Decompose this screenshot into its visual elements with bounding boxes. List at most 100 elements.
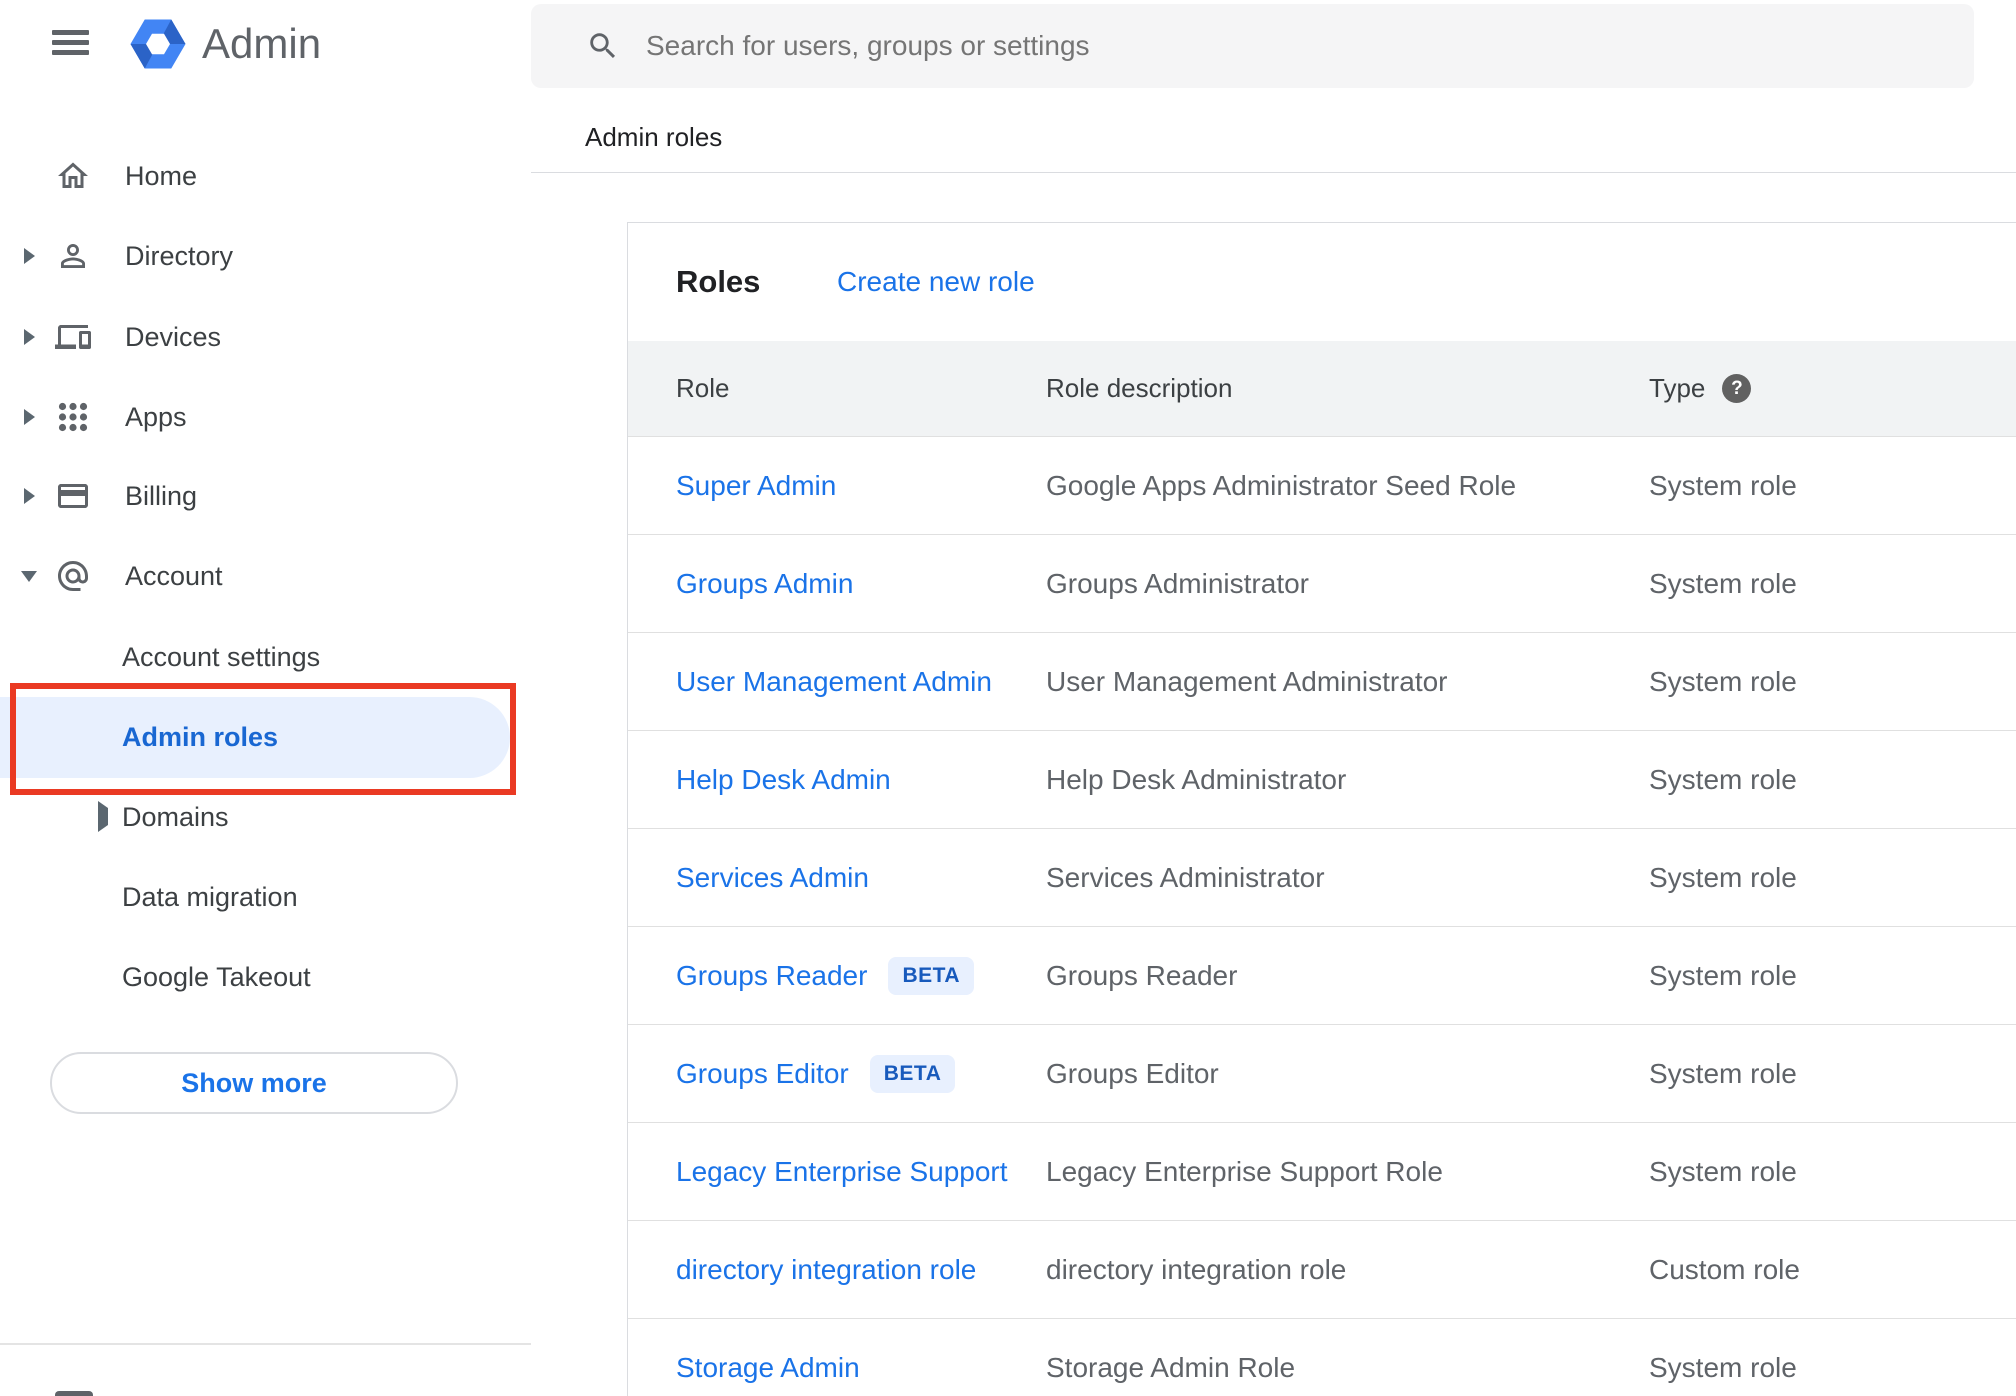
page-title: Roles [676, 264, 761, 299]
role-link[interactable]: Groups Editor [676, 1058, 849, 1090]
role-type: System role [1649, 665, 1797, 697]
sidebar-item-directory[interactable]: Directory [0, 216, 531, 296]
apps-grid-icon [53, 399, 93, 435]
role-link[interactable]: directory integration role [676, 1254, 976, 1286]
role-link[interactable]: Groups Admin [676, 568, 853, 600]
role-type: System role [1649, 1351, 1797, 1383]
role-type: System role [1649, 567, 1797, 599]
roles-card: Roles Create new role Role Role descript… [627, 222, 2016, 1396]
role-cell: Super Admin [676, 437, 836, 534]
beta-badge: BETA [888, 956, 975, 995]
role-link[interactable]: Help Desk Admin [676, 764, 891, 796]
sidebar-item-account[interactable]: Account [0, 536, 531, 616]
collapse-arrow-icon[interactable] [18, 570, 40, 582]
role-type: System role [1649, 763, 1797, 795]
sidebar: Admin Home Directory Devices Apps Billin… [0, 0, 531, 1396]
sidebar-bottom-divider [0, 1343, 531, 1345]
table-body: Super Admin Google Apps Administrator Se… [628, 437, 2016, 1396]
sidebar-item-account-settings[interactable]: Account settings [0, 617, 531, 697]
sidebar-item-label: Admin roles [122, 722, 279, 752]
sidebar-header: Admin [0, 0, 531, 90]
sidebar-item-devices[interactable]: Devices [0, 297, 531, 377]
role-cell: User Management Admin [676, 633, 992, 730]
role-type: System role [1649, 861, 1797, 893]
role-cell: Help Desk Admin [676, 731, 891, 828]
expand-arrow-icon[interactable] [98, 801, 108, 832]
role-cell: directory integration role [676, 1221, 976, 1318]
table-row: Groups Editor BETA Groups Editor System … [628, 1025, 2016, 1123]
beta-badge: BETA [869, 1054, 956, 1093]
expand-arrow-icon[interactable] [18, 329, 40, 345]
product-name: Admin [202, 20, 322, 67]
table-row: directory integration role directory int… [628, 1221, 2016, 1319]
role-type: System role [1649, 1057, 1797, 1089]
role-link[interactable]: Groups Reader [676, 960, 867, 992]
table-row: Groups Admin Groups Administrator System… [628, 535, 2016, 633]
show-more-button[interactable]: Show more [50, 1052, 458, 1114]
create-new-role-link[interactable]: Create new role [837, 266, 1035, 298]
role-description: Google Apps Administrator Seed Role [1046, 469, 1517, 501]
roles-card-header: Roles Create new role [628, 223, 2016, 341]
table-row: User Management Admin User Management Ad… [628, 633, 2016, 731]
role-description: Help Desk Administrator [1046, 763, 1347, 795]
table-row: Groups Reader BETA Groups Reader System … [628, 927, 2016, 1025]
at-sign-icon [53, 558, 93, 594]
search-bar[interactable] [531, 4, 1974, 88]
role-link[interactable]: Services Admin [676, 862, 869, 894]
sidebar-item-apps[interactable]: Apps [0, 377, 531, 457]
sidebar-item-label: Google Takeout [122, 961, 311, 992]
column-header-role: Role [676, 373, 730, 403]
role-description: Legacy Enterprise Support Role [1046, 1155, 1443, 1187]
role-description: Storage Admin Role [1046, 1351, 1296, 1383]
expand-arrow-icon[interactable] [18, 409, 40, 425]
google-admin-console: Admin Home Directory Devices Apps Billin… [0, 0, 2016, 1396]
column-header-description: Role description [1046, 373, 1233, 403]
help-icon[interactable]: ? [1722, 374, 1752, 403]
table-row: Storage Admin Storage Admin Role System … [628, 1319, 2016, 1396]
sidebar-item-billing[interactable]: Billing [0, 456, 531, 536]
role-cell: Groups Editor BETA [676, 1025, 956, 1122]
role-description: Groups Editor [1046, 1057, 1219, 1089]
role-link[interactable]: Legacy Enterprise Support [676, 1156, 1008, 1188]
expand-arrow-icon[interactable] [18, 248, 40, 264]
home-icon [53, 158, 93, 194]
role-link[interactable]: Storage Admin [676, 1352, 860, 1384]
column-header-type: Type ? [1649, 341, 1752, 436]
sidebar-item-label: Domains [122, 801, 229, 832]
sidebar-item-admin-roles[interactable]: Admin roles [0, 697, 531, 778]
table-row: Help Desk Admin Help Desk Administrator … [628, 731, 2016, 829]
credit-card-icon [53, 478, 93, 514]
table-row: Legacy Enterprise Support Legacy Enterpr… [628, 1123, 2016, 1221]
table-header-row: Role Role description Type ? [628, 341, 2016, 437]
role-description: Groups Reader [1046, 959, 1238, 991]
admin-hexagon-logo-icon [130, 19, 186, 69]
sidebar-item-domains[interactable]: Domains [0, 777, 531, 857]
sidebar-item-home[interactable]: Home [0, 136, 531, 216]
hamburger-menu-icon[interactable] [52, 30, 89, 55]
table-row: Services Admin Services Administrator Sy… [628, 829, 2016, 927]
role-link[interactable]: User Management Admin [676, 666, 992, 698]
table-row: Super Admin Google Apps Administrator Se… [628, 437, 2016, 535]
expand-arrow-icon[interactable] [18, 488, 40, 504]
role-description: User Management Administrator [1046, 665, 1448, 697]
role-description: Services Administrator [1046, 861, 1325, 893]
role-cell: Legacy Enterprise Support [676, 1123, 1008, 1220]
sidebar-item-label: Data migration [122, 881, 298, 912]
search-input[interactable] [646, 16, 1944, 76]
sidebar-item-label: Account [125, 560, 223, 591]
header-divider [531, 172, 2016, 173]
role-type: System role [1649, 959, 1797, 991]
sidebar-item-label: Home [125, 160, 198, 191]
search-icon [590, 33, 616, 59]
sidebar-item-data-migration[interactable]: Data migration [0, 857, 531, 937]
sidebar-item-label: Apps [125, 401, 187, 432]
sidebar-item-label: Devices [125, 321, 222, 352]
devices-icon [53, 319, 93, 355]
role-description: directory integration role [1046, 1253, 1347, 1285]
role-cell: Services Admin [676, 829, 869, 926]
breadcrumb: Admin roles [585, 122, 723, 152]
role-cell: Groups Admin [676, 535, 853, 632]
role-link[interactable]: Super Admin [676, 470, 836, 502]
sidebar-item-label: Billing [125, 480, 198, 511]
sidebar-item-google-takeout[interactable]: Google Takeout [0, 937, 531, 1017]
